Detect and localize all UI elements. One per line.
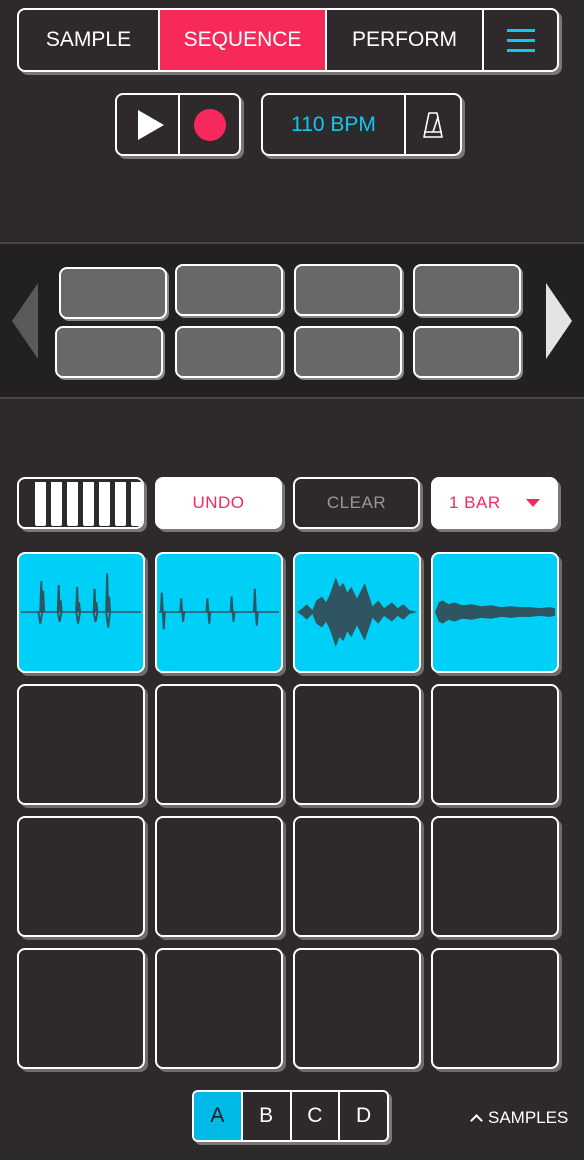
pad-16[interactable]	[431, 948, 559, 1069]
samples-label: SAMPLES	[488, 1108, 569, 1127]
undo-button[interactable]: UNDO	[155, 477, 282, 529]
tab-sample-label: SAMPLE	[45, 28, 132, 51]
pad-7[interactable]	[293, 684, 421, 805]
pad-8[interactable]	[431, 684, 559, 805]
bank-a-button[interactable]: A	[194, 1092, 243, 1140]
pad-14[interactable]	[155, 948, 283, 1069]
undo-label: UNDO	[192, 493, 245, 512]
pattern-slot-2[interactable]	[175, 264, 283, 316]
bank-b-button[interactable]: B	[243, 1092, 292, 1140]
chevron-up-icon	[470, 1114, 483, 1127]
play-icon	[137, 109, 164, 140]
waveform-icon	[158, 588, 280, 630]
play-button[interactable]	[117, 95, 180, 154]
waveform-icon	[20, 573, 142, 628]
bank-selector: A B C D	[192, 1090, 389, 1142]
waveform-icon	[434, 600, 556, 624]
pad-3[interactable]	[293, 552, 421, 673]
next-page-arrow-icon[interactable]	[546, 283, 572, 359]
transport-controls	[115, 93, 241, 156]
menu-button[interactable]	[484, 10, 557, 70]
bank-d-button[interactable]: D	[340, 1092, 387, 1140]
pad-13[interactable]	[17, 948, 145, 1069]
pad-4[interactable]	[431, 552, 559, 673]
pad-5[interactable]	[17, 684, 145, 805]
previous-page-arrow-icon[interactable]	[12, 283, 38, 359]
hamburger-menu-icon	[506, 28, 535, 52]
pattern-slot-3[interactable]	[294, 264, 402, 316]
pad-1[interactable]	[17, 552, 145, 673]
pattern-slot-8[interactable]	[413, 326, 521, 378]
pattern-slot-4[interactable]	[413, 264, 521, 316]
keyboard-button[interactable]	[17, 477, 144, 529]
pad-9[interactable]	[17, 816, 145, 937]
record-icon	[193, 108, 226, 141]
record-button[interactable]	[180, 95, 239, 154]
pattern-slot-5[interactable]	[55, 326, 163, 378]
bank-d-label: D	[356, 1104, 372, 1127]
bank-a-label: A	[210, 1104, 225, 1127]
pattern-slot-1[interactable]	[59, 267, 167, 319]
pad-2[interactable]	[155, 552, 283, 673]
tab-sample[interactable]: SAMPLE	[19, 10, 160, 70]
samples-toggle[interactable]: SAMPLES	[470, 1108, 569, 1128]
pattern-slot-7[interactable]	[294, 326, 402, 378]
dropdown-caret-icon	[526, 499, 540, 507]
pad-15[interactable]	[293, 948, 421, 1069]
pad-11[interactable]	[293, 816, 421, 937]
tab-sequence-label: SEQUENCE	[183, 28, 302, 51]
tempo-controls: 110 BPM	[261, 93, 462, 156]
pattern-slot-6[interactable]	[175, 326, 283, 378]
bank-c-label: C	[307, 1104, 323, 1127]
clear-label: CLEAR	[326, 493, 387, 512]
pattern-length-dropdown[interactable]: 1 BAR	[431, 477, 558, 529]
bank-c-button[interactable]: C	[292, 1092, 341, 1140]
metronome-button[interactable]	[406, 95, 460, 154]
clear-button[interactable]: CLEAR	[293, 477, 420, 529]
bpm-button[interactable]: 110 BPM	[263, 95, 406, 154]
tab-perform-label: PERFORM	[352, 28, 457, 51]
pad-12[interactable]	[431, 816, 559, 937]
tab-sequence[interactable]: SEQUENCE	[160, 10, 327, 70]
bpm-value: 110 BPM	[291, 112, 376, 136]
metronome-icon	[423, 111, 443, 138]
pattern-length-value: 1 BAR	[449, 493, 501, 512]
pad-10[interactable]	[155, 816, 283, 937]
mode-tabs: SAMPLE SEQUENCE PERFORM	[17, 8, 559, 72]
waveform-icon	[296, 577, 418, 647]
pad-6[interactable]	[155, 684, 283, 805]
bank-b-label: B	[259, 1104, 274, 1127]
tab-perform[interactable]: PERFORM	[327, 10, 484, 70]
